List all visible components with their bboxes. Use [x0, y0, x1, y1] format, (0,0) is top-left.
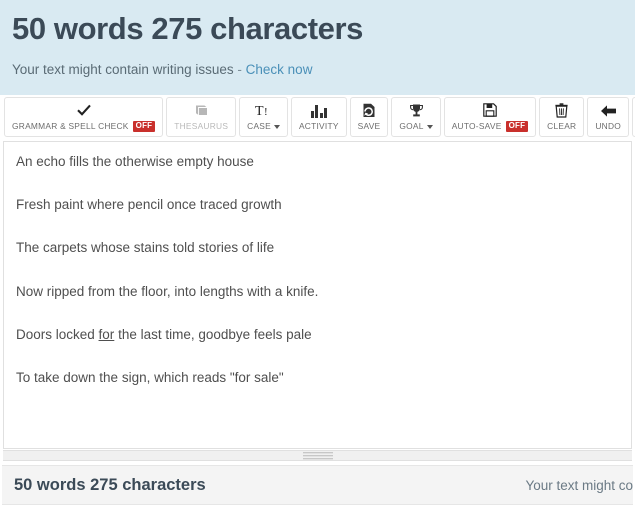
check-now-link[interactable]: Check now — [246, 62, 313, 77]
thesaurus-button[interactable]: THESAURUS — [166, 97, 237, 137]
line-text: To take down the sign, which reads "for … — [16, 369, 284, 385]
case-button[interactable]: T ! CASE — [239, 97, 288, 137]
save-label: SAVE — [357, 121, 381, 132]
line-text: The carpets whose stains told stories of… — [16, 240, 275, 256]
trash-icon — [555, 102, 568, 119]
trophy-icon — [409, 102, 424, 119]
line-text: Fresh paint where pencil once traced gro… — [16, 197, 282, 213]
text-editor-area[interactable]: An echo fills the otherwise empty house … — [3, 141, 632, 449]
chevron-down-icon — [273, 124, 280, 129]
editor-line: An echo fills the otherwise empty house — [16, 154, 621, 170]
clear-button[interactable]: CLEAR — [539, 97, 585, 137]
floppy-disk-icon — [483, 101, 497, 118]
bar-chart-icon — [310, 102, 328, 119]
footer-writing-issues-note: Your text might co — [525, 477, 633, 493]
activity-label: ACTIVITY — [298, 121, 339, 132]
flagged-word[interactable]: for — [99, 327, 115, 342]
editor-line: Fresh paint where pencil once traced gro… — [16, 197, 621, 213]
grammar-spell-check-label: GRAMMAR & SPELL CHECK OFF — [12, 121, 156, 132]
line-text: Now ripped from the floor, into lengths … — [16, 283, 319, 299]
auto-save-button[interactable]: AUTO-SAVE OFF — [443, 97, 537, 137]
writing-issues-notice: Your text might contain writing issues -… — [12, 62, 623, 77]
auto-save-label: AUTO-SAVE OFF — [452, 121, 529, 132]
book-icon — [194, 102, 209, 119]
thesaurus-label: THESAURUS — [174, 121, 229, 132]
notice-separator: - — [237, 61, 242, 77]
editor-line: To take down the sign, which reads "for … — [16, 370, 621, 386]
resize-handle-icon[interactable] — [302, 451, 333, 460]
grammar-off-badge: OFF — [132, 121, 156, 132]
grammar-spell-check-button[interactable]: GRAMMAR & SPELL CHECK OFF — [4, 97, 164, 137]
undo-button[interactable]: UNDO — [587, 97, 630, 137]
auto-save-off-badge: OFF — [505, 121, 529, 132]
line-text: An echo fills the otherwise empty house — [16, 154, 254, 169]
goal-label: GOAL — [399, 122, 433, 131]
text-case-icon: T ! — [255, 102, 273, 119]
editor-line: Doors locked for the last time, goodbye … — [16, 327, 621, 343]
save-button[interactable]: SAVE — [349, 97, 389, 137]
case-label: CASE — [247, 122, 280, 131]
editor-resize-strip[interactable] — [3, 450, 632, 461]
editor-line: The carpets whose stains told stories of… — [16, 240, 621, 256]
editor-line: Now ripped from the floor, into lengths … — [16, 284, 621, 300]
chevron-down-icon — [426, 124, 433, 129]
svg-text:T: T — [255, 104, 264, 118]
line-text: the last time, goodbye feels pale — [114, 326, 312, 342]
line-text: Doors locked — [16, 326, 99, 342]
page-title: 50 words 275 characters — [12, 11, 363, 46]
writing-issues-text: Your text might contain writing issues — [12, 61, 234, 77]
checkmark-icon — [76, 101, 91, 118]
undo-label: UNDO — [595, 121, 622, 132]
footer-word-count: 50 words 275 characters — [14, 475, 206, 494]
save-document-icon — [362, 102, 376, 119]
goal-button[interactable]: GOAL — [391, 97, 441, 137]
status-footer: 50 words 275 characters Your text might … — [2, 465, 633, 505]
arrow-left-icon — [600, 102, 617, 119]
svg-text:!: ! — [264, 106, 268, 118]
activity-button[interactable]: ACTIVITY — [290, 97, 347, 137]
editor-toolbar: GRAMMAR & SPELL CHECK OFF THESAURUS T ! … — [0, 95, 635, 139]
header-banner: 50 words 275 characters Your text might … — [0, 0, 635, 95]
clear-label: CLEAR — [547, 121, 577, 132]
